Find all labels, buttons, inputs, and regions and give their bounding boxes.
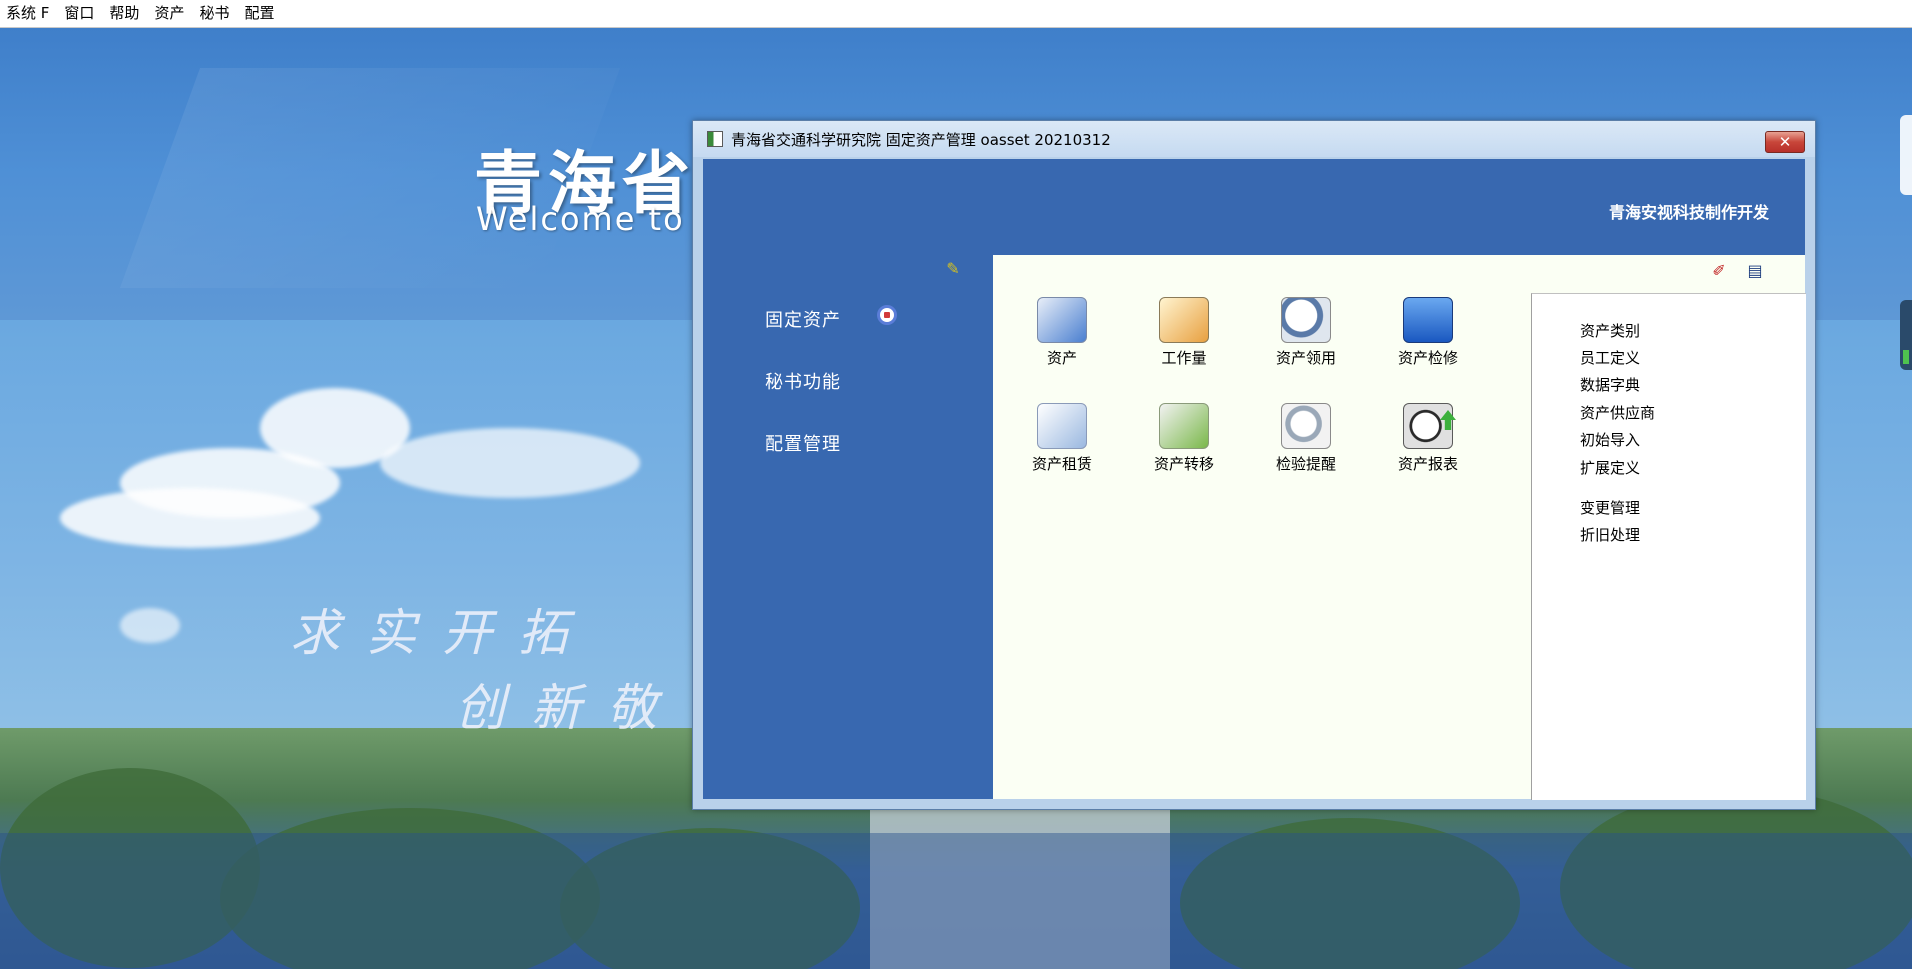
sidebar-item-fixed-assets[interactable]: 固定资产: [765, 306, 841, 332]
link-extended-definition[interactable]: 扩展定义: [1580, 457, 1640, 478]
active-indicator-icon: [877, 305, 897, 325]
window-client: 青海安视科技制作开发 ✎ 固定资产 秘书功能 配置管理 ✐ ▤ 资产 工作量 资…: [703, 159, 1806, 800]
module-label: 资产: [1046, 349, 1077, 367]
app-window: 青海省交通科学研究院 固定资产管理 oasset 20210312 ✕ 青海安视…: [692, 120, 1816, 810]
sidebar-item-config[interactable]: 配置管理: [765, 430, 841, 456]
calculator-icon: [1403, 297, 1453, 343]
title-bar[interactable]: 青海省交通科学研究院 固定资产管理 oasset 20210312 ✕: [693, 121, 1815, 157]
menu-system[interactable]: 系统 F: [0, 0, 58, 27]
asset-icon: [1037, 297, 1087, 343]
link-initial-import[interactable]: 初始导入: [1580, 429, 1640, 450]
module-asset-report[interactable]: 资产报表: [1373, 403, 1483, 474]
link-staff-definition[interactable]: 员工定义: [1580, 347, 1640, 368]
link-change-management[interactable]: 变更管理: [1580, 497, 1640, 518]
transfer-icon: [1159, 403, 1209, 449]
edge-tab-indicator[interactable]: [1900, 300, 1912, 370]
module-asset-repair[interactable]: 资产检修: [1373, 297, 1483, 368]
workload-icon: [1159, 297, 1209, 343]
slogan-line-2: 创新敬: [455, 679, 683, 737]
close-button[interactable]: ✕: [1765, 131, 1805, 153]
link-asset-category[interactable]: 资产类别: [1580, 320, 1640, 341]
module-asset[interactable]: 资产: [1007, 297, 1117, 368]
cloud: [120, 608, 180, 643]
menu-config[interactable]: 配置: [238, 0, 283, 27]
pin-icon[interactable]: ✎: [943, 259, 963, 279]
module-label: 资产租赁: [1031, 455, 1092, 473]
menu-asset[interactable]: 资产: [148, 0, 193, 27]
cloud: [60, 488, 320, 548]
toolbar: ✐ ▤: [1709, 261, 1765, 281]
document-icon: [1037, 403, 1087, 449]
developer-label: 青海安视科技制作开发: [1608, 203, 1769, 222]
module-label: 资产领用: [1275, 349, 1336, 367]
menu-help[interactable]: 帮助: [103, 0, 148, 27]
settings-panel: 资产类别 员工定义 数据字典 资产供应商 初始导入 扩展定义 变更管理 折旧处理: [1531, 293, 1806, 800]
link-asset-supplier[interactable]: 资产供应商: [1580, 402, 1655, 423]
edge-tab[interactable]: [1900, 115, 1912, 195]
module-inspection-reminder[interactable]: 检验提醒: [1251, 403, 1361, 474]
bottom-band: [0, 833, 1912, 969]
cloud: [380, 428, 640, 498]
chart-icon[interactable]: ▤: [1745, 261, 1765, 281]
slogan-line-1: 求实开拓: [290, 604, 594, 662]
menu-window[interactable]: 窗口: [58, 0, 103, 27]
main-content: ✐ ▤ 资产 工作量 资产领用 资产检修 资产租赁 资产转移 检验提醒 资产报表…: [993, 255, 1806, 800]
menu-bar: 系统 F 窗口 帮助 资产 秘书 配置: [0, 0, 1912, 28]
pen-icon[interactable]: ✐: [1709, 261, 1729, 281]
module-label: 检验提醒: [1275, 455, 1336, 473]
module-workload[interactable]: 工作量: [1129, 297, 1239, 368]
sidebar-item-secretary[interactable]: 秘书功能: [765, 368, 841, 394]
module-label: 资产检修: [1397, 349, 1458, 367]
link-depreciation[interactable]: 折旧处理: [1580, 524, 1640, 545]
module-label: 资产转移: [1153, 455, 1214, 473]
module-asset-use[interactable]: 资产领用: [1251, 297, 1361, 368]
clock-icon: [1403, 403, 1453, 449]
magnifier-icon: [1281, 297, 1331, 343]
menu-secretary[interactable]: 秘书: [193, 0, 238, 27]
app-icon: [707, 131, 723, 147]
background-welcome: Welcome to C: [476, 200, 722, 238]
link-data-dictionary[interactable]: 数据字典: [1580, 374, 1640, 395]
module-label: 工作量: [1161, 349, 1207, 367]
module-asset-transfer[interactable]: 资产转移: [1129, 403, 1239, 474]
module-label: 资产报表: [1397, 455, 1458, 473]
inspection-icon: [1281, 403, 1331, 449]
module-asset-lease[interactable]: 资产租赁: [1007, 403, 1117, 474]
window-title: 青海省交通科学研究院 固定资产管理 oasset 20210312: [731, 130, 1111, 149]
